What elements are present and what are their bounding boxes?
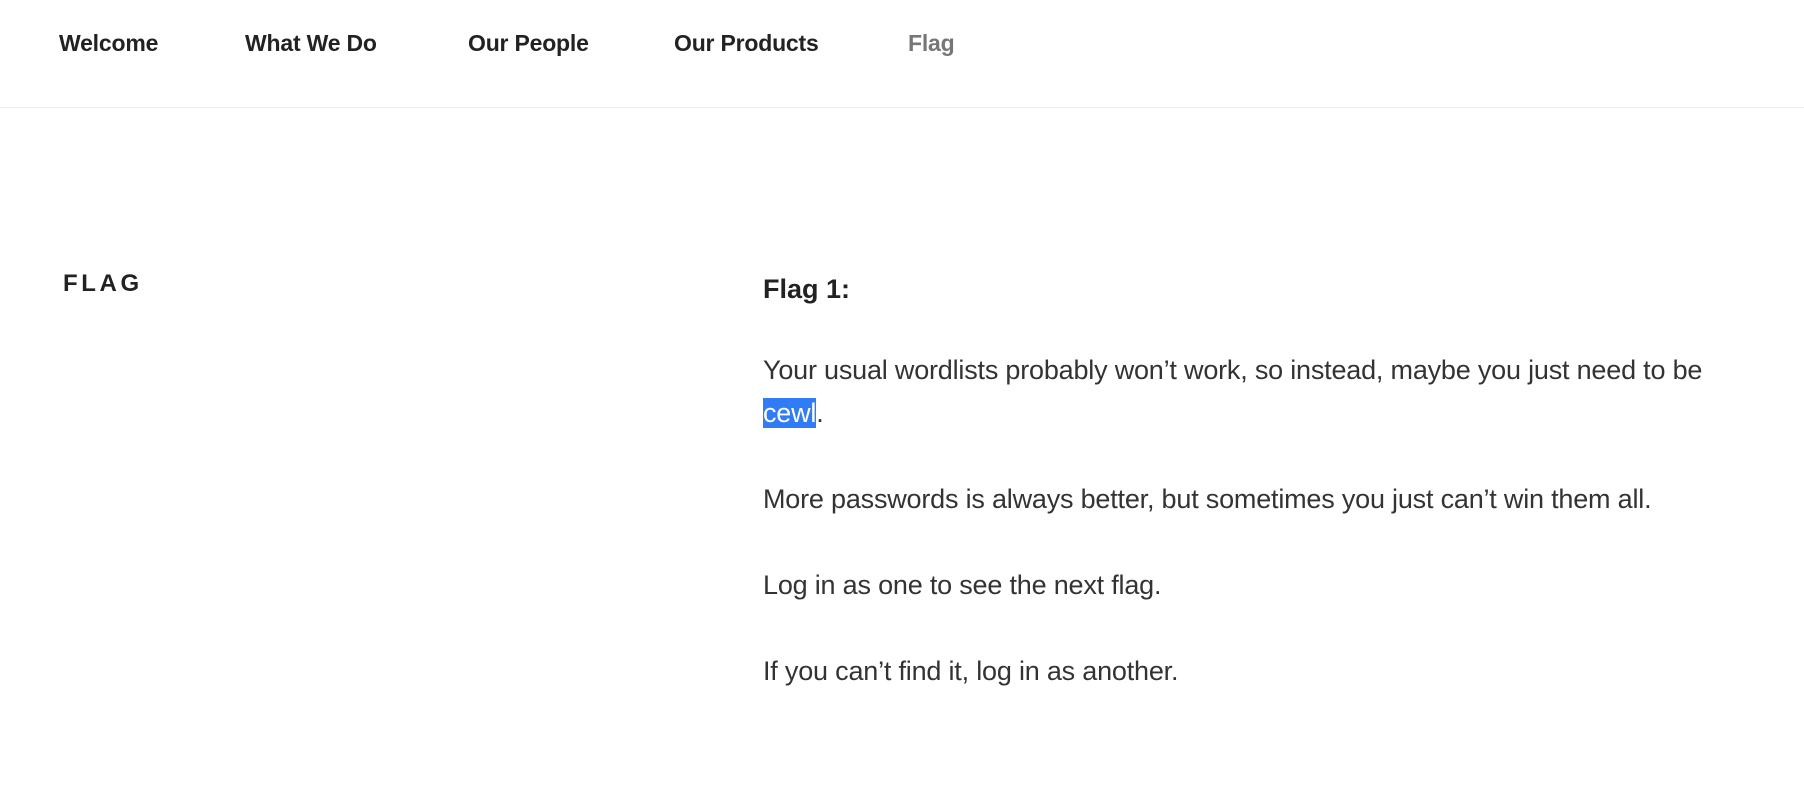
top-navigation: Welcome What We Do Our People Our Produc…: [0, 0, 1804, 108]
paragraph-passwords: More passwords is always better, but som…: [763, 484, 1652, 514]
paragraph-login: Log in as one to see the next flag.: [763, 570, 1162, 600]
paragraph-text: Your usual wordlists probably won’t work…: [763, 355, 1703, 385]
nav-item-flag[interactable]: Flag: [908, 30, 955, 57]
flag-heading: Flag 1:: [763, 274, 851, 304]
selected-text: cewl: [763, 398, 817, 428]
page-title: FLAG: [63, 270, 143, 297]
nav-item-our-products[interactable]: Our Products: [674, 30, 819, 57]
nav-item-what-we-do[interactable]: What We Do: [245, 30, 377, 57]
paragraph-wordlists: Your usual wordlists probably won’t work…: [763, 349, 1703, 435]
nav-item-welcome[interactable]: Welcome: [59, 30, 158, 57]
nav-item-our-people[interactable]: Our People: [468, 30, 589, 57]
paragraph-text-end: .: [816, 398, 824, 428]
paragraph-another: If you can’t find it, log in as another.: [763, 656, 1179, 686]
entry-content: Flag 1: Your usual wordlists probably wo…: [763, 268, 1703, 736]
